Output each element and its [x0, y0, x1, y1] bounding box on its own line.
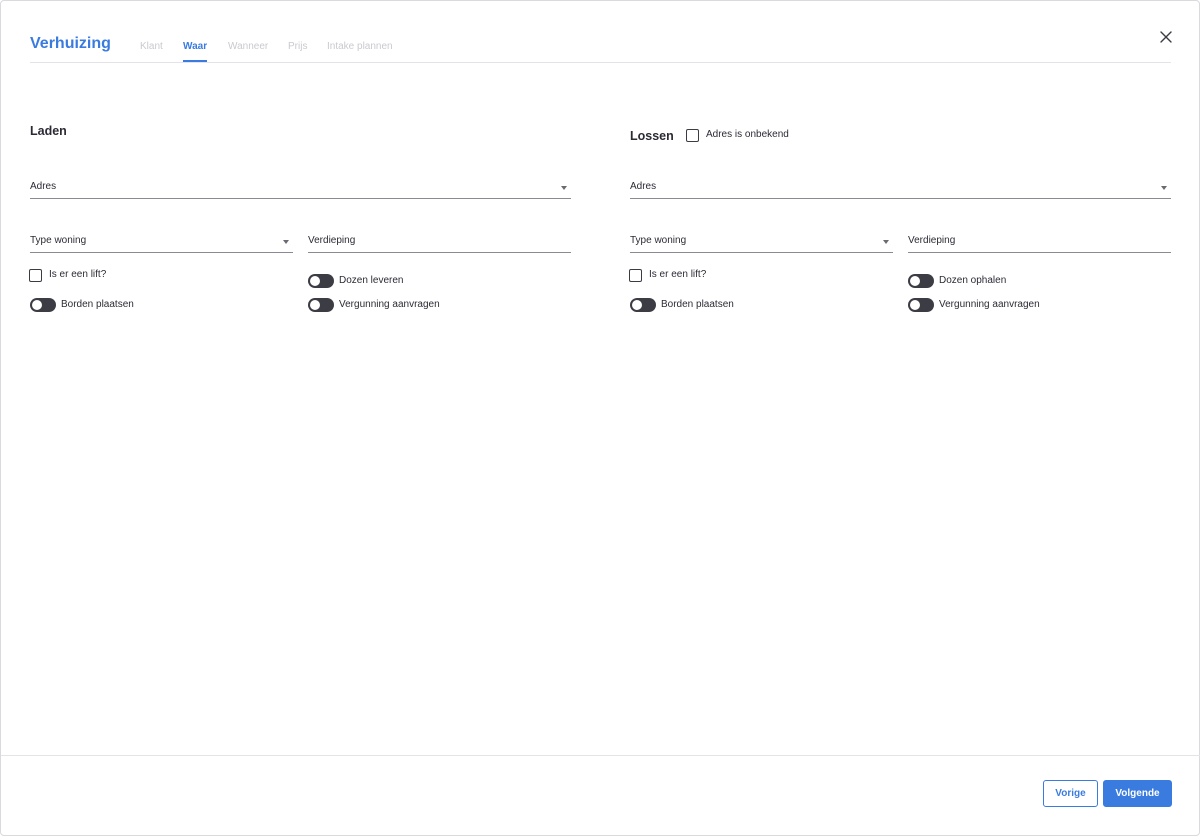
tab-wanneer[interactable]: Wanneer — [228, 41, 268, 60]
lossen-type-label: Type woning — [630, 235, 687, 246]
toggle-knob — [310, 276, 320, 286]
tab-intake-plannen[interactable]: Intake plannen — [327, 41, 393, 60]
chevron-down-icon — [561, 186, 567, 190]
toggle-knob — [310, 300, 320, 310]
lossen-floor-label: Verdieping — [908, 235, 956, 246]
toggle-knob — [632, 300, 642, 310]
dialog-header: Verhuizing Klant Waar Wanneer Prijs Inta… — [30, 1, 1171, 63]
laden-borden-toggle[interactable] — [30, 298, 56, 312]
lossen-lift-label: Is er een lift? — [649, 269, 707, 280]
close-icon — [1160, 31, 1172, 43]
lossen-unknown-label: Adres is onbekend — [706, 129, 789, 140]
laden-vergunning-toggle[interactable] — [308, 298, 334, 312]
lossen-address-select[interactable]: Adres — [630, 181, 1171, 199]
tab-klant[interactable]: Klant — [140, 41, 163, 60]
laden-dozen-toggle-row[interactable]: Dozen leveren — [308, 274, 448, 288]
laden-dozen-toggle[interactable] — [308, 274, 334, 288]
toggle-knob — [32, 300, 42, 310]
tab-waar[interactable]: Waar — [183, 41, 208, 62]
laden-type-woning-select[interactable]: Type woning — [30, 235, 293, 253]
next-button[interactable]: Volgende — [1103, 780, 1172, 807]
lossen-vergunning-label: Vergunning aanvragen — [939, 299, 1040, 310]
lossen-unknown-checkbox[interactable] — [686, 129, 699, 142]
laden-borden-toggle-row[interactable]: Borden plaatsen — [30, 298, 170, 312]
chevron-down-icon — [1161, 186, 1167, 190]
chevron-down-icon — [283, 240, 289, 244]
laden-lift-checkbox[interactable] — [29, 269, 42, 282]
laden-address-label: Adres — [30, 181, 57, 192]
lossen-dozen-label: Dozen ophalen — [939, 275, 1007, 286]
laden-lift-checkbox-row[interactable]: Is er een lift? — [29, 269, 149, 283]
previous-button[interactable]: Vorige — [1043, 780, 1098, 807]
lossen-borden-toggle[interactable] — [630, 298, 656, 312]
tab-prijs[interactable]: Prijs — [288, 41, 307, 60]
laden-vergunning-toggle-row[interactable]: Vergunning aanvragen — [308, 298, 468, 312]
lossen-type-woning-select[interactable]: Type woning — [630, 235, 893, 253]
lossen-borden-toggle-row[interactable]: Borden plaatsen — [630, 298, 770, 312]
dialog-title: Verhuizing — [30, 35, 111, 52]
laden-verdieping-field[interactable]: Verdieping — [308, 235, 571, 253]
lossen-unknown-checkbox-row[interactable]: Adres is onbekend — [686, 129, 816, 143]
laden-address-select[interactable]: Adres — [30, 181, 571, 199]
lossen-lift-checkbox-row[interactable]: Is er een lift? — [629, 269, 749, 283]
lossen-lift-checkbox[interactable] — [629, 269, 642, 282]
lossen-title: Lossen — [630, 129, 674, 143]
lossen-dozen-toggle[interactable] — [908, 274, 934, 288]
laden-vergunning-label: Vergunning aanvragen — [339, 299, 440, 310]
lossen-dozen-toggle-row[interactable]: Dozen ophalen — [908, 274, 1048, 288]
chevron-down-icon — [883, 240, 889, 244]
laden-title: Laden — [30, 124, 67, 138]
close-button[interactable] — [1159, 30, 1173, 44]
toggle-knob — [910, 300, 920, 310]
footer-divider — [1, 755, 1200, 756]
laden-floor-label: Verdieping — [308, 235, 356, 246]
lossen-verdieping-field[interactable]: Verdieping — [908, 235, 1171, 253]
laden-borden-label: Borden plaatsen — [61, 299, 134, 310]
lossen-borden-label: Borden plaatsen — [661, 299, 734, 310]
lossen-address-label: Adres — [630, 181, 657, 192]
laden-dozen-label: Dozen leveren — [339, 275, 404, 286]
laden-lift-label: Is er een lift? — [49, 269, 107, 280]
dialog: Verhuizing Klant Waar Wanneer Prijs Inta… — [0, 0, 1200, 836]
lossen-vergunning-toggle-row[interactable]: Vergunning aanvragen — [908, 298, 1068, 312]
toggle-knob — [910, 276, 920, 286]
lossen-vergunning-toggle[interactable] — [908, 298, 934, 312]
laden-type-label: Type woning — [30, 235, 87, 246]
